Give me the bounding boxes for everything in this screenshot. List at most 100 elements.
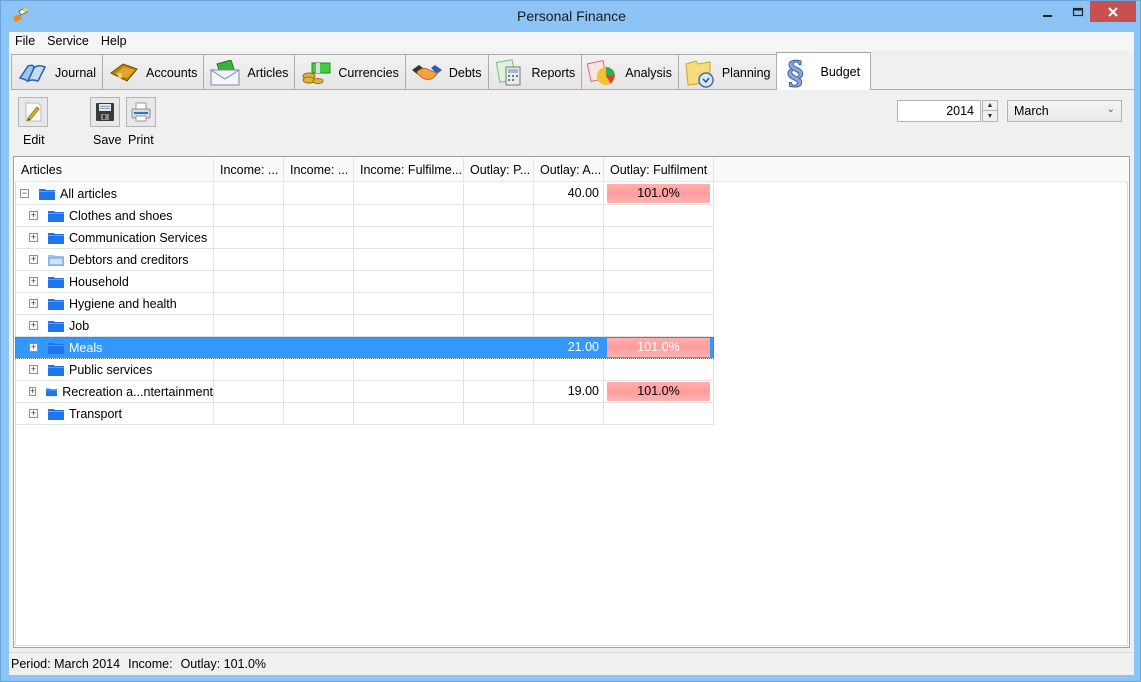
income-plan-cell[interactable] bbox=[214, 249, 284, 271]
outlay-plan-cell[interactable] bbox=[464, 183, 534, 205]
column-header-articles[interactable]: Articles bbox=[15, 158, 214, 182]
expand-icon[interactable]: + bbox=[29, 409, 38, 418]
outlay-actual-cell[interactable] bbox=[534, 205, 604, 227]
outlay-plan-cell[interactable] bbox=[464, 293, 534, 315]
outlay-actual-cell[interactable] bbox=[534, 315, 604, 337]
income-fulfilment-cell[interactable] bbox=[354, 183, 464, 205]
expand-icon[interactable]: + bbox=[29, 299, 38, 308]
income-fulfilment-cell[interactable] bbox=[354, 205, 464, 227]
outlay-fulfilment-cell[interactable] bbox=[604, 315, 714, 337]
tab-analysis[interactable]: Analysis bbox=[581, 54, 679, 90]
outlay-plan-cell[interactable] bbox=[464, 227, 534, 249]
income-plan-cell[interactable] bbox=[214, 293, 284, 315]
article-name-cell[interactable]: + Meals bbox=[15, 337, 214, 359]
article-name-cell[interactable]: + Job bbox=[15, 315, 214, 337]
year-input[interactable]: 2014 bbox=[897, 100, 981, 122]
article-name-cell[interactable]: + Public services bbox=[15, 359, 214, 381]
income-plan-cell[interactable] bbox=[214, 381, 284, 403]
expand-icon[interactable]: + bbox=[29, 211, 38, 220]
table-row[interactable]: + Recreation a...ntertainment 19.00 101.0% bbox=[15, 381, 714, 403]
table-row[interactable]: + Communication Services bbox=[15, 227, 714, 249]
minimize-button[interactable] bbox=[1034, 1, 1062, 22]
save-button[interactable] bbox=[90, 97, 120, 127]
income-fulfilment-cell[interactable] bbox=[354, 227, 464, 249]
tab-reports[interactable]: Reports bbox=[487, 54, 583, 90]
outlay-actual-cell[interactable]: 40.00 bbox=[534, 183, 604, 205]
print-button[interactable] bbox=[126, 97, 156, 127]
outlay-plan-cell[interactable] bbox=[464, 249, 534, 271]
income-fulfilment-cell[interactable] bbox=[354, 337, 464, 359]
article-name-cell[interactable]: − All articles bbox=[15, 183, 214, 205]
income-fulfilment-cell[interactable] bbox=[354, 249, 464, 271]
table-row[interactable]: + Job bbox=[15, 315, 714, 337]
tab-currencies[interactable]: Currencies bbox=[294, 54, 406, 90]
outlay-plan-cell[interactable] bbox=[464, 337, 534, 359]
income-fulfilment-cell[interactable] bbox=[354, 381, 464, 403]
income-actual-cell[interactable] bbox=[284, 315, 354, 337]
income-plan-cell[interactable] bbox=[214, 337, 284, 359]
outlay-plan-cell[interactable] bbox=[464, 205, 534, 227]
outlay-actual-cell[interactable] bbox=[534, 403, 604, 425]
menu-service[interactable]: Service bbox=[41, 32, 95, 51]
outlay-fulfilment-cell[interactable]: 101.0% bbox=[604, 183, 714, 205]
close-button[interactable] bbox=[1090, 1, 1136, 22]
month-select[interactable]: March ⌄ bbox=[1007, 100, 1122, 122]
outlay-actual-cell[interactable]: 21.00 bbox=[534, 337, 604, 359]
income-fulfilment-cell[interactable] bbox=[354, 271, 464, 293]
article-name-cell[interactable]: + Clothes and shoes bbox=[15, 205, 214, 227]
expand-icon[interactable]: + bbox=[29, 277, 38, 286]
table-row[interactable]: + Debtors and creditors bbox=[15, 249, 714, 271]
income-fulfilment-cell[interactable] bbox=[354, 359, 464, 381]
outlay-plan-cell[interactable] bbox=[464, 271, 534, 293]
outlay-fulfilment-cell[interactable] bbox=[604, 293, 714, 315]
tab-articles[interactable]: Articles bbox=[203, 54, 296, 90]
edit-button[interactable] bbox=[18, 97, 48, 127]
outlay-fulfilment-cell[interactable] bbox=[604, 249, 714, 271]
tab-budget[interactable]: § Budget bbox=[776, 52, 872, 90]
menu-help[interactable]: Help bbox=[95, 32, 133, 51]
outlay-fulfilment-cell[interactable] bbox=[604, 271, 714, 293]
income-actual-cell[interactable] bbox=[284, 381, 354, 403]
spin-down-icon[interactable]: ▼ bbox=[983, 111, 997, 121]
expand-icon[interactable]: + bbox=[29, 255, 38, 264]
article-name-cell[interactable]: + Recreation a...ntertainment bbox=[15, 381, 214, 403]
income-actual-cell[interactable] bbox=[284, 359, 354, 381]
tab-planning[interactable]: Planning bbox=[677, 54, 778, 90]
expand-icon[interactable]: + bbox=[29, 233, 38, 242]
table-row[interactable]: + Hygiene and health bbox=[15, 293, 714, 315]
income-actual-cell[interactable] bbox=[284, 293, 354, 315]
expand-icon[interactable]: + bbox=[29, 365, 38, 374]
table-row[interactable]: + Household bbox=[15, 271, 714, 293]
income-fulfilment-cell[interactable] bbox=[354, 315, 464, 337]
tab-journal[interactable]: Journal bbox=[11, 54, 103, 90]
income-actual-cell[interactable] bbox=[284, 205, 354, 227]
article-name-cell[interactable]: + Hygiene and health bbox=[15, 293, 214, 315]
menu-file[interactable]: File bbox=[9, 32, 41, 51]
outlay-actual-cell[interactable] bbox=[534, 359, 604, 381]
column-header-income-plan[interactable]: Income: ... bbox=[214, 158, 284, 182]
expand-icon[interactable]: + bbox=[29, 321, 38, 330]
outlay-fulfilment-cell[interactable] bbox=[604, 359, 714, 381]
outlay-plan-cell[interactable] bbox=[464, 315, 534, 337]
expand-icon[interactable]: + bbox=[29, 387, 37, 396]
article-name-cell[interactable]: + Debtors and creditors bbox=[15, 249, 214, 271]
maximize-button[interactable] bbox=[1064, 1, 1092, 22]
outlay-fulfilment-cell[interactable] bbox=[604, 227, 714, 249]
income-actual-cell[interactable] bbox=[284, 271, 354, 293]
outlay-fulfilment-cell[interactable]: 101.0% bbox=[604, 337, 714, 359]
outlay-actual-cell[interactable]: 19.00 bbox=[534, 381, 604, 403]
column-header-outlay-fulfilment[interactable]: Outlay: Fulfilment bbox=[604, 158, 714, 182]
outlay-plan-cell[interactable] bbox=[464, 359, 534, 381]
budget-tree-grid[interactable]: Articles Income: ... Income: ... Income:… bbox=[13, 156, 1130, 648]
table-row[interactable]: + Transport bbox=[15, 403, 714, 425]
tab-debts[interactable]: Debts bbox=[404, 54, 489, 90]
article-name-cell[interactable]: + Transport bbox=[15, 403, 214, 425]
article-name-cell[interactable]: + Household bbox=[15, 271, 214, 293]
outlay-plan-cell[interactable] bbox=[464, 403, 534, 425]
table-row[interactable]: − All articles 40.00 101.0% bbox=[15, 183, 714, 205]
income-plan-cell[interactable] bbox=[214, 403, 284, 425]
table-row[interactable]: + Clothes and shoes bbox=[15, 205, 714, 227]
column-header-outlay-actual[interactable]: Outlay: A... bbox=[534, 158, 604, 182]
outlay-fulfilment-cell[interactable] bbox=[604, 403, 714, 425]
outlay-actual-cell[interactable] bbox=[534, 293, 604, 315]
